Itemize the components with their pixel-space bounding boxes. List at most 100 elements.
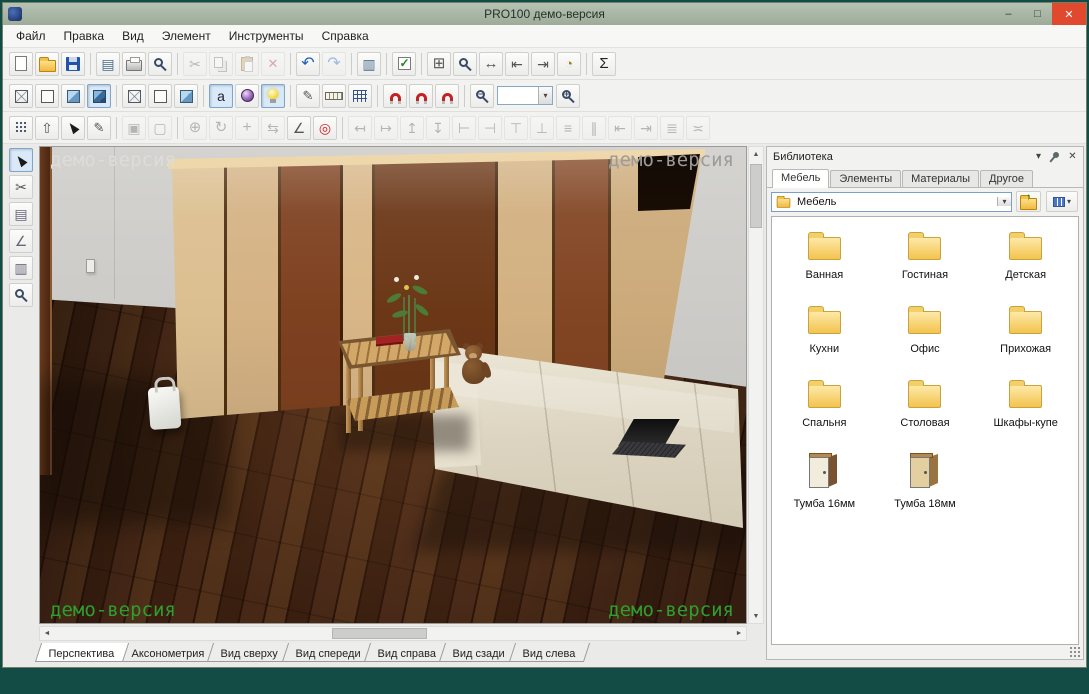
cut-tool-button[interactable]: ✂ [9,175,33,199]
vertical-scroll-thumb[interactable] [750,164,762,228]
zoom-level-dropdown-arrow[interactable]: ▾ [538,87,552,104]
library-item[interactable]: Ванная [774,231,875,281]
edges-all-button[interactable] [122,84,146,108]
library-item[interactable]: Детская [975,231,1076,281]
notes-tool-button[interactable]: ▥ [9,256,33,280]
library-item[interactable]: Шкафы-купе [975,379,1076,429]
pointer-tool-icon [14,153,27,167]
grid-button[interactable] [348,84,372,108]
insert-element-button[interactable]: ⇧ [35,116,59,140]
scroll-up-arrow[interactable]: ▲ [749,147,763,161]
menu-Элемент[interactable]: Элемент [153,26,220,46]
pin-icon [1051,150,1059,158]
snap-objects-icon [416,93,427,103]
view-tab-Вид сверху[interactable]: Вид сверху [207,643,292,662]
horizontal-scrollbar[interactable]: ◄ ► [39,626,747,641]
new-document-button[interactable] [9,52,33,76]
pin-button[interactable] [1048,149,1063,164]
maximize-button[interactable]: □ [1023,3,1052,25]
edit-sketch-button[interactable]: ✎ [87,116,111,140]
library-item[interactable]: Кухни [774,305,875,355]
view-sketch-button[interactable] [35,84,59,108]
library-item[interactable]: Тумба 16мм [774,453,875,510]
zoom-in-button[interactable] [556,84,580,108]
ruler-button[interactable] [322,84,346,108]
view-tab-Вид сзади[interactable]: Вид сзади [439,643,519,662]
view-tab-Вид слева[interactable]: Вид слева [508,643,589,662]
menu-Правка[interactable]: Правка [55,26,114,46]
resize-grip[interactable] [1070,647,1081,658]
library-tab-Элементы[interactable]: Элементы [830,170,901,187]
undo-button[interactable]: ↶ [296,52,320,76]
library-tab-Мебель[interactable]: Мебель [772,169,829,188]
show-text-labels-button[interactable]: a [209,84,233,108]
measure-tool-button[interactable]: ∠ [9,229,33,253]
print-button[interactable] [122,52,146,76]
dimension-lines-button[interactable]: ↔ [479,52,503,76]
edges-contour-button[interactable] [148,84,172,108]
view-tab-Аксонометрия[interactable]: Аксонометрия [118,643,219,662]
view-tab-Вид спереди[interactable]: Вид спереди [282,643,375,662]
scene-canvas[interactable]: демо-версия демо-версия демо-версия демо… [39,146,747,624]
snap-grid-button[interactable] [383,84,407,108]
pointer-tool-button[interactable] [9,148,33,172]
panel-menu-button[interactable]: ▾ [1031,149,1046,164]
view-color-button[interactable] [61,84,85,108]
properties-button[interactable]: ▥ [357,52,381,76]
library-item[interactable]: Прихожая [975,305,1076,355]
library-item[interactable]: Гостиная [875,231,976,281]
close-button[interactable]: ✕ [1052,3,1086,25]
dimensions-draw-button[interactable]: ✎ [296,84,320,108]
title-bar[interactable]: PRO100 демо-версия – □ ✕ [3,3,1086,25]
print-preview-button[interactable] [148,52,172,76]
view-tab-Перспектива[interactable]: Перспектива [35,643,129,662]
menu-Инструменты[interactable]: Инструменты [220,26,313,46]
library-path-combo[interactable]: Мебель ▾ [771,192,1012,212]
save-project-button[interactable] [61,52,85,76]
minimize-button[interactable]: – [994,3,1023,25]
edges-none-button[interactable] [174,84,198,108]
combo-dropdown-arrow[interactable]: ▾ [997,197,1011,206]
open-project-button[interactable] [35,52,59,76]
menu-Справка[interactable]: Справка [313,26,378,46]
lighting-button[interactable] [261,84,285,108]
view-textured-button[interactable] [87,84,111,108]
library-item[interactable]: Тумба 18мм [875,453,976,510]
horizontal-scroll-thumb[interactable] [332,628,427,639]
snap-angles-button[interactable] [435,84,459,108]
zoom-level-combo[interactable]: ▾ [497,86,553,105]
view-tab-Вид справа[interactable]: Вид справа [364,643,451,662]
report-button[interactable]: ▤ [96,52,120,76]
paste-tool-button[interactable]: ▤ [9,202,33,226]
view-wireframe-button[interactable] [9,84,33,108]
show-dimensions-button[interactable]: ⊞ [427,52,451,76]
scroll-down-arrow[interactable]: ▼ [749,609,763,623]
view-mode-button[interactable]: ▾ [1046,191,1078,212]
library-tab-Материалы[interactable]: Материалы [902,170,979,187]
find-element-button[interactable] [453,52,477,76]
rotation-center-button[interactable]: ◎ [313,116,337,140]
element-list-check-button[interactable] [392,52,416,76]
angle-snap-button[interactable]: ∠ [287,116,311,140]
pattern-array-button[interactable] [9,116,33,140]
fit-right-button[interactable]: ⇥ [531,52,555,76]
select-pointer-button[interactable] [61,116,85,140]
folder-up-button[interactable]: ↑ [1016,191,1041,212]
materials-render-button[interactable] [235,84,259,108]
library-tab-Другое[interactable]: Другое [980,170,1033,187]
price-calculation-button[interactable]: Σ [592,52,616,76]
library-item[interactable]: Спальня [774,379,875,429]
snap-objects-button[interactable] [409,84,433,108]
vertical-scrollbar[interactable]: ▲ ▼ [748,146,764,624]
menu-Файл[interactable]: Файл [7,26,55,46]
library-item[interactable]: Офис [875,305,976,355]
fit-left-button[interactable]: ⇤ [505,52,529,76]
scroll-left-arrow[interactable]: ◄ [40,627,54,641]
zoom-tool-button[interactable] [9,283,33,307]
scroll-right-arrow[interactable]: ► [732,627,746,641]
library-item[interactable]: Столовая [875,379,976,429]
panel-close-button[interactable]: ✕ [1065,149,1080,164]
menu-Вид[interactable]: Вид [113,26,153,46]
zoom-out-button[interactable] [470,84,494,108]
time-report-button[interactable]: ◔ [557,52,581,76]
